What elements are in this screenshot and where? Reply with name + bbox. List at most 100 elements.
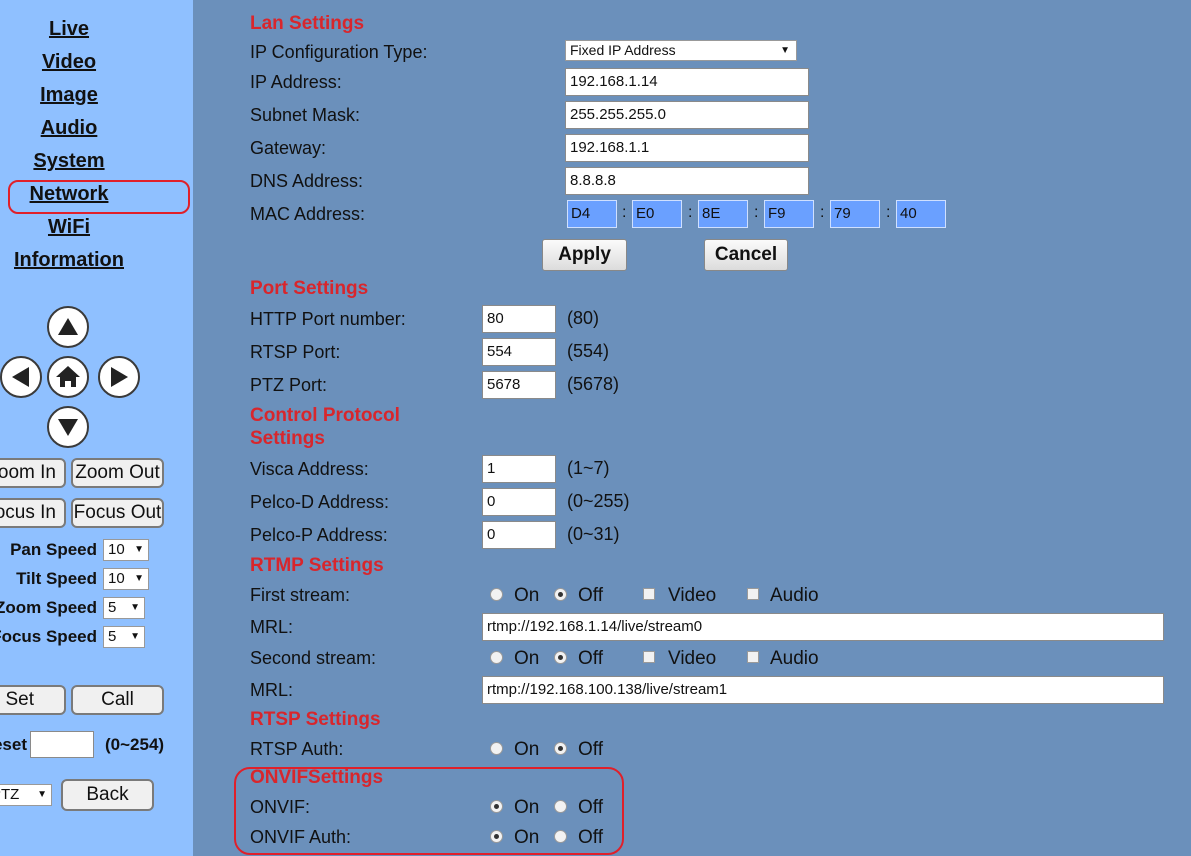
mrl-label-1: MRL: [250, 617, 294, 637]
second-stream-on-radio[interactable] [490, 651, 503, 664]
preset-label: Preset [0, 735, 27, 754]
mac-octet-6[interactable]: 40 [896, 200, 946, 228]
home-icon [56, 366, 80, 387]
onvif-auth-on-radio[interactable] [490, 830, 503, 843]
zoom-speed-label: Zoom Speed [0, 598, 97, 617]
visca-address-range: (1~7) [567, 458, 610, 478]
ptz-right-button[interactable] [98, 356, 140, 398]
ptz-up-button[interactable] [47, 306, 89, 348]
onvif-off-radio[interactable] [554, 800, 567, 813]
second-stream-audio-checkbox[interactable] [747, 651, 759, 663]
focus-speed-select[interactable]: 5 ▼ [103, 626, 145, 648]
onvif-off-label: Off [578, 797, 603, 818]
first-stream-off-radio[interactable] [554, 588, 567, 601]
second-stream-video-checkbox[interactable] [643, 651, 655, 663]
tilt-speed-select[interactable]: 10 ▼ [103, 568, 149, 590]
onvif-auth-off-radio[interactable] [554, 830, 567, 843]
nav-video[interactable]: Video [0, 50, 138, 74]
zoom-in-button[interactable]: Zoom In [0, 458, 66, 488]
rtsp-auth-off-label: Off [578, 739, 603, 760]
arrow-down-icon [58, 419, 78, 436]
ptz-down-button[interactable] [47, 406, 89, 448]
mode-select[interactable]: PTZ▼ [0, 784, 52, 806]
preset-call-button[interactable]: Call [71, 685, 164, 715]
mac-octet-1[interactable]: D4 [567, 200, 617, 228]
preset-set-button[interactable]: Set [0, 685, 66, 715]
rtsp-auth-off-radio[interactable] [554, 742, 567, 755]
dns-address-label: DNS Address: [250, 171, 364, 191]
onvif-on-radio[interactable] [490, 800, 503, 813]
mrl-input-2[interactable]: rtmp://192.168.100.138/live/stream1 [482, 676, 1164, 704]
first-stream-on-label: On [514, 585, 540, 606]
apply-button[interactable]: Apply [542, 239, 627, 271]
cancel-button[interactable]: Cancel [704, 239, 788, 271]
first-stream-on-radio[interactable] [490, 588, 503, 601]
gateway-input[interactable]: 192.168.1.1 [565, 134, 809, 162]
back-button[interactable]: Back [61, 779, 154, 811]
ptz-port-input[interactable]: 5678 [482, 371, 556, 399]
sidebar: Live Video Image Audio System Network Wi… [0, 0, 193, 856]
onvif-on-label: On [514, 797, 540, 818]
ptz-port-label: PTZ Port: [250, 375, 328, 395]
nav-live[interactable]: Live [0, 17, 138, 41]
pelco-d-address-range: (0~255) [567, 491, 630, 511]
pan-speed-label: Pan Speed [10, 540, 97, 559]
nav-wifi[interactable]: WiFi [0, 215, 138, 239]
rtsp-settings-title: RTSP Settings [250, 709, 381, 730]
zoom-speed-select[interactable]: 5 ▼ [103, 597, 145, 619]
http-port-label: HTTP Port number: [250, 309, 406, 329]
rtsp-auth-on-label: On [514, 739, 540, 760]
mac-separator: : [622, 204, 627, 221]
mac-octet-5[interactable]: 79 [830, 200, 880, 228]
zoom-out-button[interactable]: Zoom Out [71, 458, 164, 488]
mac-address-label: MAC Address: [250, 204, 366, 224]
ip-address-input[interactable]: 192.168.1.14 [565, 68, 809, 96]
second-stream-off-radio[interactable] [554, 651, 567, 664]
dns-address-input[interactable]: 8.8.8.8 [565, 167, 809, 195]
preset-range: (0~254) [105, 735, 165, 754]
nav-audio[interactable]: Audio [0, 116, 138, 140]
mac-octet-2[interactable]: E0 [632, 200, 682, 228]
arrow-up-icon [58, 318, 78, 335]
port-settings-title: Port Settings [250, 278, 369, 299]
ptz-home-button[interactable] [47, 356, 89, 398]
nav-image[interactable]: Image [0, 83, 138, 107]
http-port-default: (80) [567, 308, 600, 328]
second-stream-off-label: Off [578, 648, 603, 669]
second-stream-label: Second stream: [250, 648, 377, 668]
mac-octet-4[interactable]: F9 [764, 200, 814, 228]
ip-config-select[interactable]: Fixed IP Address ▼ [565, 40, 797, 61]
focus-in-button[interactable]: Focus In [0, 498, 66, 528]
arrow-right-icon [111, 367, 128, 387]
dropdown-caret-icon: ▼ [130, 631, 140, 642]
onvif-auth-label: ONVIF Auth: [250, 827, 352, 847]
ip-config-label: IP Configuration Type: [250, 42, 428, 62]
mac-octet-3[interactable]: 8E [698, 200, 748, 228]
nav-network[interactable]: Network [0, 182, 138, 206]
preset-input[interactable] [30, 731, 94, 758]
ptz-left-button[interactable] [0, 356, 42, 398]
first-stream-label: First stream: [250, 585, 351, 605]
dropdown-caret-icon: ▼ [134, 544, 144, 555]
subnet-mask-input[interactable]: 255.255.255.0 [565, 101, 809, 129]
tilt-speed-label: Tilt Speed [16, 569, 97, 588]
rtsp-port-default: (554) [567, 341, 610, 361]
pelco-d-address-input[interactable]: 0 [482, 488, 556, 516]
visca-address-input[interactable]: 1 [482, 455, 556, 483]
nav-information[interactable]: Information [0, 248, 138, 272]
onvif-auth-on-label: On [514, 827, 540, 848]
rtsp-auth-label: RTSP Auth: [250, 739, 344, 759]
rtmp-settings-title: RTMP Settings [250, 555, 384, 576]
first-stream-video-checkbox[interactable] [643, 588, 655, 600]
focus-out-button[interactable]: Focus Out [71, 498, 164, 528]
first-stream-audio-checkbox[interactable] [747, 588, 759, 600]
http-port-input[interactable]: 80 [482, 305, 556, 333]
subnet-mask-label: Subnet Mask: [250, 105, 361, 125]
mrl-input-1[interactable]: rtmp://192.168.1.14/live/stream0 [482, 613, 1164, 641]
pelco-p-address-input[interactable]: 0 [482, 521, 556, 549]
pan-speed-select[interactable]: 10 ▼ [103, 539, 149, 561]
rtsp-port-input[interactable]: 554 [482, 338, 556, 366]
rtsp-auth-on-radio[interactable] [490, 742, 503, 755]
onvif-settings-title: ONVIFSettings [250, 767, 384, 788]
nav-system[interactable]: System [0, 149, 138, 173]
